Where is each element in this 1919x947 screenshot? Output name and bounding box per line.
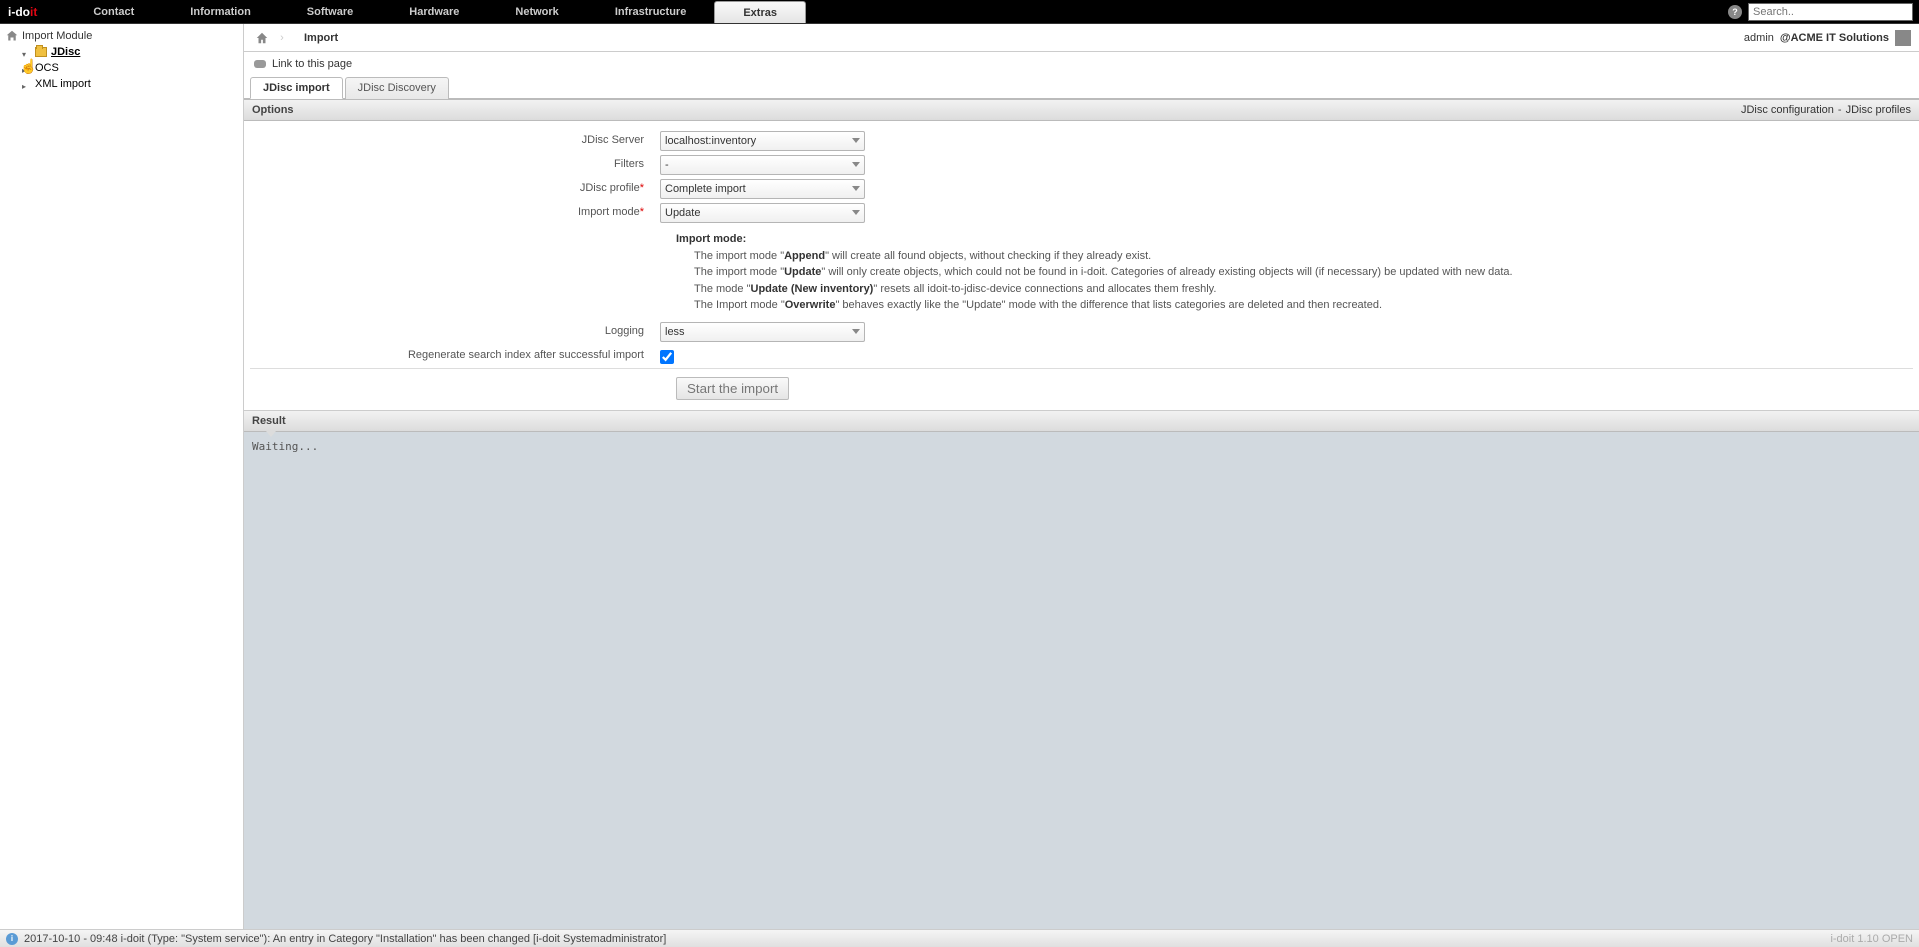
nav-hardware[interactable]: Hardware xyxy=(381,0,487,23)
logo-text-red: it xyxy=(30,5,37,19)
result-body: Waiting... xyxy=(244,432,1919,930)
current-tenant: @ACME IT Solutions xyxy=(1780,32,1889,44)
folder-icon xyxy=(35,47,47,57)
logo[interactable]: i-doit xyxy=(0,0,45,23)
sidebar-tree: JDisc OCS XML import xyxy=(0,44,243,92)
topbar-right: ? xyxy=(1728,0,1919,23)
jdisc-config-link[interactable]: JDisc configuration xyxy=(1741,104,1834,116)
nav-network[interactable]: Network xyxy=(487,0,586,23)
breadcrumb-home-button[interactable] xyxy=(252,28,272,48)
main-nav: Contact Information Software Hardware Ne… xyxy=(65,0,806,23)
status-message: 2017-10-10 - 09:48 i-doit (Type: "System… xyxy=(24,933,666,945)
sidebar-item-label: JDisc xyxy=(51,46,80,58)
tabs: JDisc import JDisc Discovery xyxy=(244,76,1919,99)
sidebar-item-label: OCS xyxy=(35,62,59,74)
link-to-page[interactable]: Link to this page xyxy=(272,58,352,70)
info-line-4: The Import mode "Overwrite" behaves exac… xyxy=(694,299,1382,311)
search-input[interactable] xyxy=(1748,3,1913,21)
row-jdisc-profile: JDisc profile* Complete import xyxy=(250,179,1913,199)
label-regenerate-index: Regenerate search index after successful… xyxy=(250,346,660,361)
row-filters: Filters - xyxy=(250,155,1913,175)
select-import-mode[interactable]: Update xyxy=(660,203,865,223)
tree-toggle-icon[interactable] xyxy=(22,80,31,89)
row-logging: Logging less xyxy=(250,322,1913,342)
breadcrumb-bar: › Import admin @ACME IT Solutions xyxy=(244,24,1919,52)
content: › Import admin @ACME IT Solutions Link t… xyxy=(244,24,1919,929)
info-icon: i xyxy=(6,933,18,945)
label-import-mode: Import mode* xyxy=(250,203,660,218)
tree-toggle-icon[interactable] xyxy=(22,48,31,57)
result-header: Result xyxy=(244,411,1919,432)
breadcrumb-separator: › xyxy=(272,32,292,44)
info-line-1: The import mode "Append" will create all… xyxy=(694,250,1151,262)
start-import-button[interactable]: Start the import xyxy=(676,377,789,400)
sidebar-item-xml[interactable]: XML import xyxy=(16,76,243,92)
row-regenerate-index: Regenerate search index after successful… xyxy=(250,346,1913,364)
label-filters: Filters xyxy=(250,155,660,170)
info-title: Import mode: xyxy=(676,233,746,245)
breadcrumb-current: Import xyxy=(292,32,338,44)
home-icon xyxy=(6,30,18,42)
nav-contact[interactable]: Contact xyxy=(65,0,162,23)
help-icon[interactable]: ? xyxy=(1728,5,1742,19)
button-row: Start the import xyxy=(250,368,1913,404)
nav-information[interactable]: Information xyxy=(162,0,279,23)
row-import-mode: Import mode* Update xyxy=(250,203,1913,223)
info-line-2: The import mode "Update" will only creat… xyxy=(694,266,1513,278)
avatar-icon[interactable] xyxy=(1895,30,1911,46)
label-jdisc-profile: JDisc profile* xyxy=(250,179,660,194)
sidebar-item-ocs[interactable]: OCS xyxy=(16,60,243,76)
form-area: JDisc Server localhost:inventory Filters… xyxy=(244,121,1919,411)
sidebar-root-label: Import Module xyxy=(22,30,92,42)
row-jdisc-server: JDisc Server localhost:inventory xyxy=(250,131,1913,151)
sidebar-root[interactable]: Import Module xyxy=(0,28,243,44)
sidebar: Import Module JDisc OCS XML import ☝ xyxy=(0,24,244,929)
options-title: Options xyxy=(252,104,294,116)
logo-text-pre: i-do xyxy=(8,5,30,19)
breadcrumb-user-area: admin @ACME IT Solutions xyxy=(1744,30,1911,46)
current-user: admin xyxy=(1744,32,1774,44)
tab-jdisc-import[interactable]: JDisc import xyxy=(250,77,343,99)
options-header: Options JDisc configuration - JDisc prof… xyxy=(244,99,1919,121)
checkbox-regenerate-index[interactable] xyxy=(660,350,674,364)
link-icon xyxy=(254,60,266,68)
options-link-sep: - xyxy=(1838,104,1842,116)
select-jdisc-profile[interactable]: Complete import xyxy=(660,179,865,199)
main-layout: Import Module JDisc OCS XML import ☝ xyxy=(0,24,1919,929)
nav-infrastructure[interactable]: Infrastructure xyxy=(587,0,715,23)
select-filters[interactable]: - xyxy=(660,155,865,175)
options-links: JDisc configuration - JDisc profiles xyxy=(1741,104,1911,116)
label-logging: Logging xyxy=(250,322,660,337)
jdisc-profiles-link[interactable]: JDisc profiles xyxy=(1846,104,1911,116)
sidebar-item-jdisc[interactable]: JDisc xyxy=(16,44,243,60)
nav-software[interactable]: Software xyxy=(279,0,381,23)
info-line-3: The mode "Update (New inventory)" resets… xyxy=(694,283,1216,295)
home-icon xyxy=(255,31,269,45)
status-version: i-doit 1.10 OPEN xyxy=(1830,933,1913,945)
import-mode-info: Import mode: The import mode "Append" wi… xyxy=(676,231,1913,314)
label-jdisc-server: JDisc Server xyxy=(250,131,660,146)
link-to-page-bar: Link to this page xyxy=(244,52,1919,76)
tab-jdisc-discovery[interactable]: JDisc Discovery xyxy=(345,77,449,99)
status-bar: i 2017-10-10 - 09:48 i-doit (Type: "Syst… xyxy=(0,929,1919,947)
sidebar-item-label: XML import xyxy=(35,78,91,90)
select-jdisc-server[interactable]: localhost:inventory xyxy=(660,131,865,151)
tree-toggle-icon[interactable] xyxy=(22,64,31,73)
select-logging[interactable]: less xyxy=(660,322,865,342)
top-nav-bar: i-doit Contact Information Software Hard… xyxy=(0,0,1919,24)
nav-extras[interactable]: Extras xyxy=(714,1,806,23)
